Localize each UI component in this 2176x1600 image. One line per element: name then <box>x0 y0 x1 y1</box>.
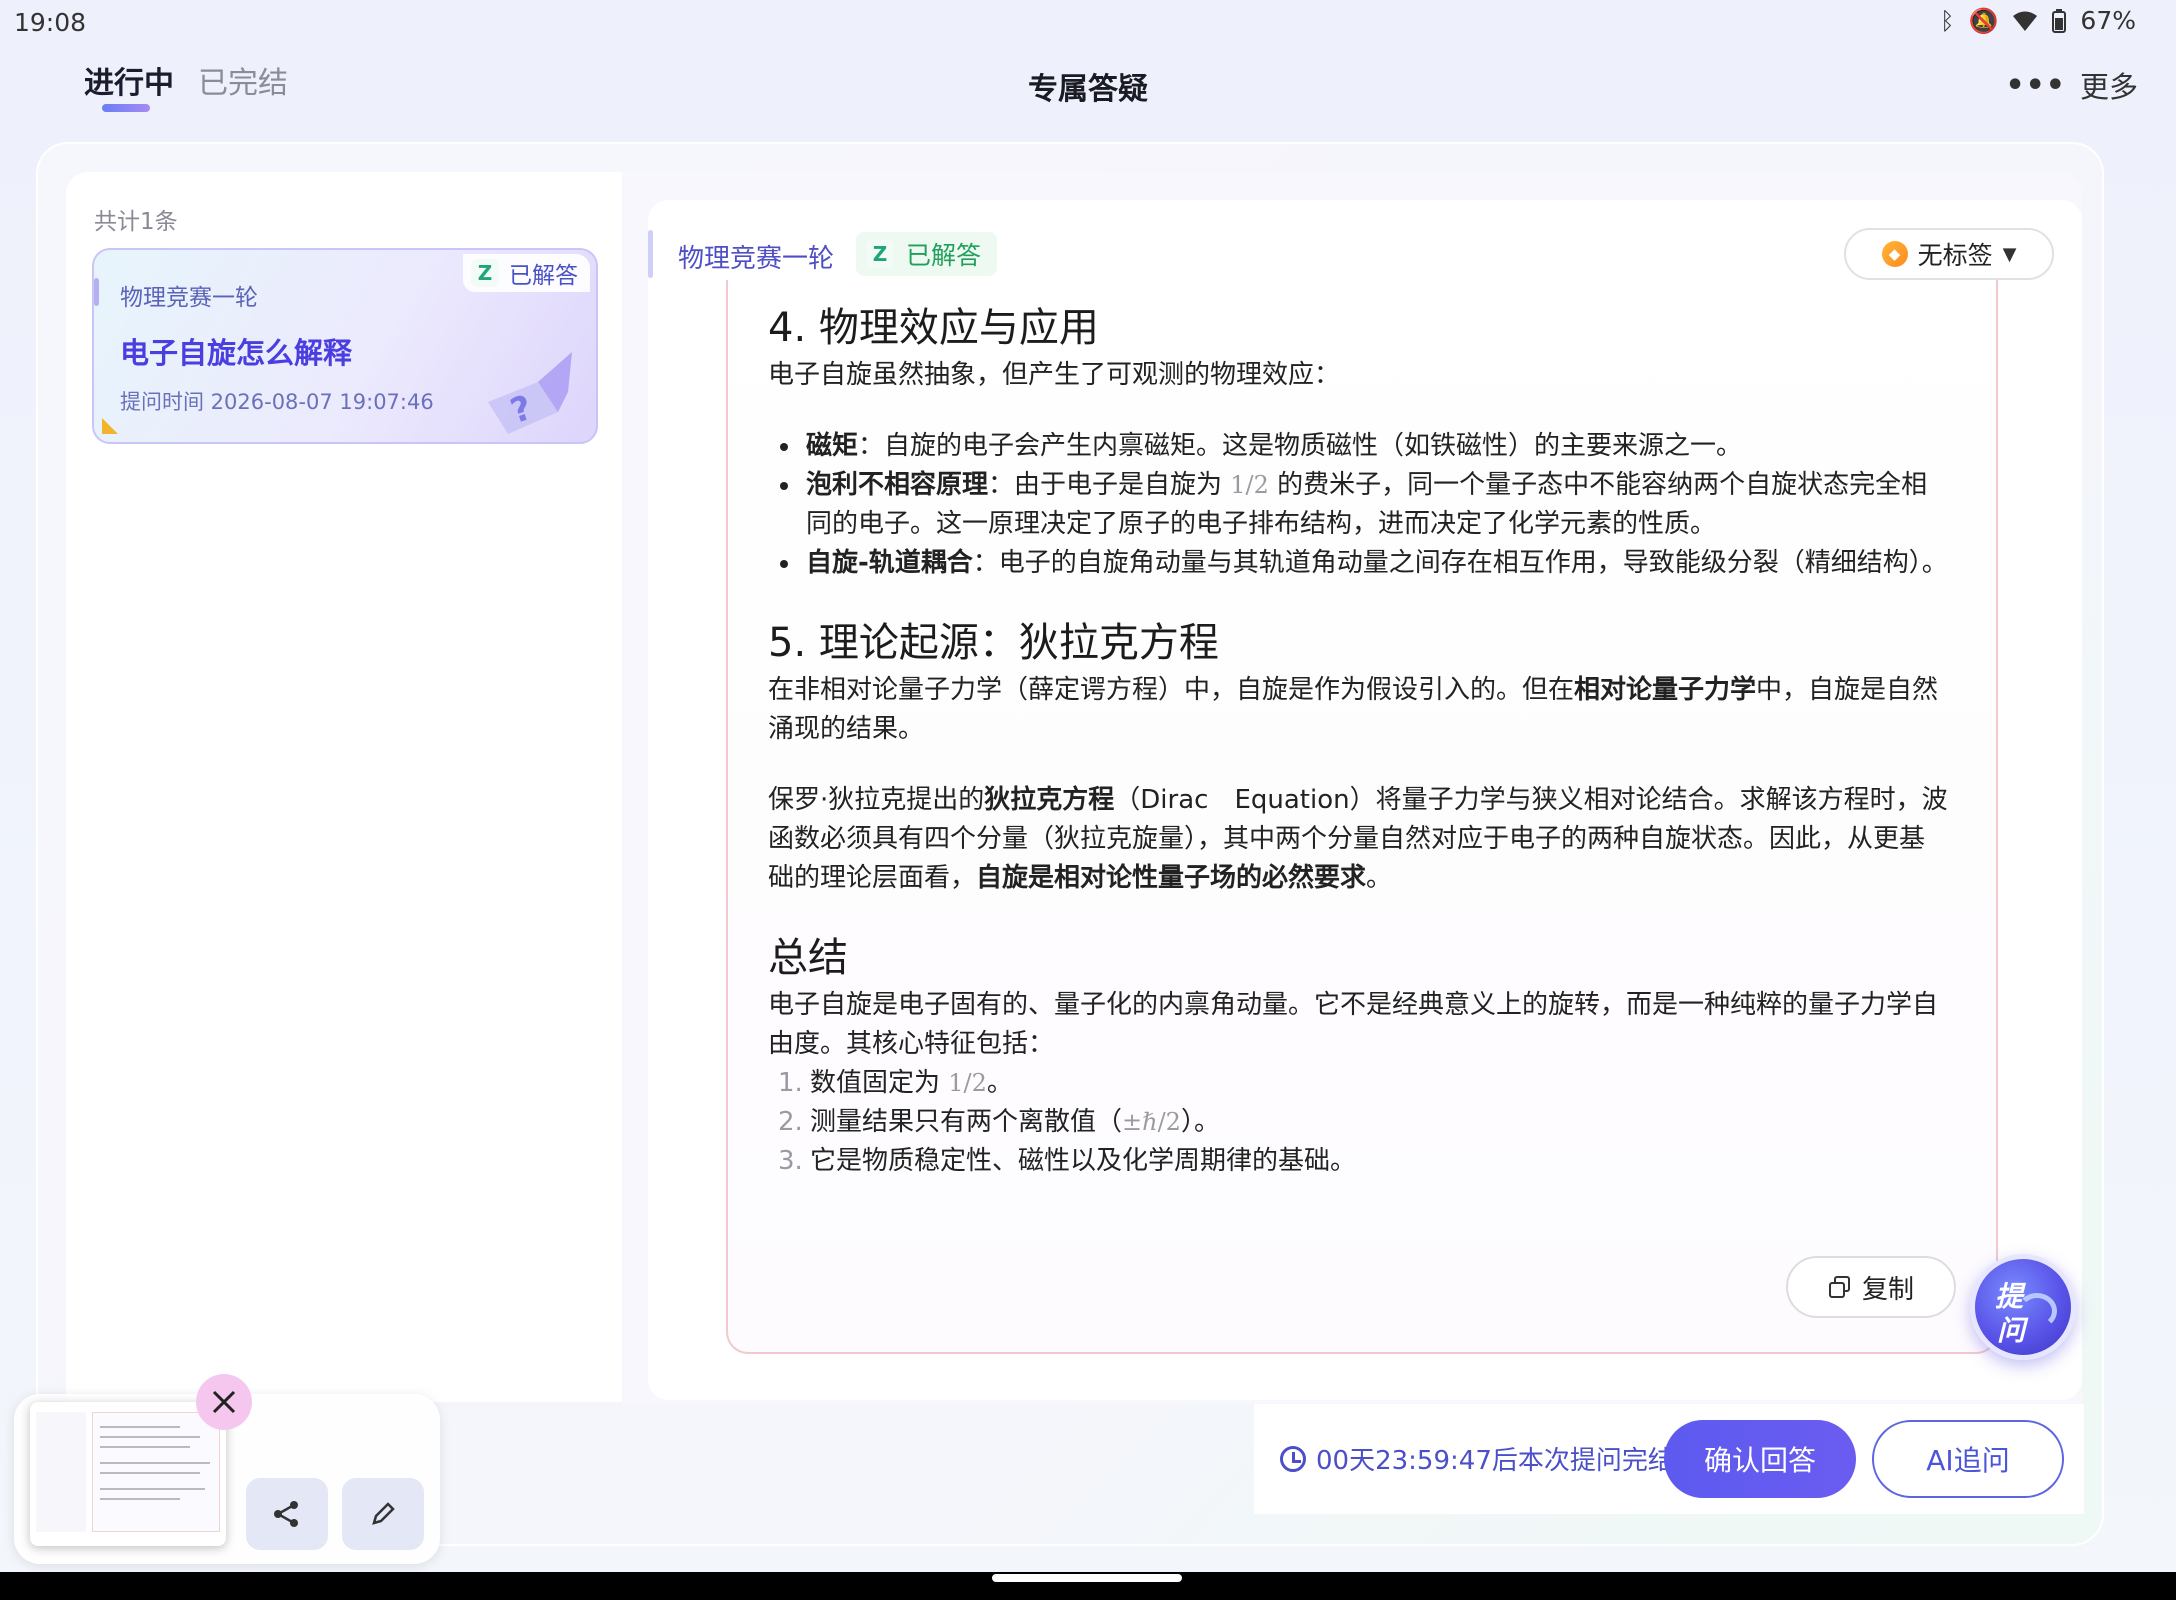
math-formula: 1/2 <box>1230 471 1269 499</box>
tag-label: 无标签 <box>1917 241 1993 270</box>
home-indicator[interactable] <box>992 1574 1182 1582</box>
detail-accent-bar <box>648 230 653 278</box>
screenshot-thumbnail[interactable] <box>30 1402 226 1546</box>
list-item: 泡利不相容原理：由于电子是自旋为 1/2 的费米子，同一个量子态中不能容纳两个自… <box>768 466 1948 544</box>
countdown-timer: 00天23:59:47后本次提问完结 <box>1280 1440 1674 1477</box>
paragraph: 在非相对论量子力学（薛定谔方程）中，自旋是作为假设引入的。但在相对论量子力学中，… <box>768 675 1939 744</box>
wifi-icon <box>2013 11 2038 31</box>
ai-followup-button[interactable]: AI追问 <box>1872 1420 2064 1498</box>
paragraph: 保罗·狄拉克提出的狄拉克方程（Dirac Equation）将量子力学与狭义相对… <box>768 785 1948 893</box>
pencil-icon <box>372 1502 395 1525</box>
chevron-down-icon: ▼ <box>2002 243 2017 265</box>
section-heading: 总结 <box>768 935 848 981</box>
edit-button[interactable] <box>342 1478 424 1550</box>
answered-z-icon: Z <box>866 240 894 268</box>
list-item: 3. 它是物质稳定性、磁性以及化学周期律的基础。 <box>778 1146 1357 1176</box>
paragraph: 电子自旋是电子固有的、量子化的内禀角动量。它不是经典意义上的旋转，而是一种纯粹的… <box>768 990 1939 1059</box>
more-button[interactable]: ••• 更多 <box>2005 64 2138 106</box>
question-count: 共计1条 <box>94 209 178 235</box>
app-header: 进行中 已完结 专属答疑 ••• 更多 <box>0 44 2176 144</box>
page-title: 专属答疑 <box>1028 72 1148 107</box>
close-icon <box>212 1390 236 1414</box>
list-item: 磁矩：自旋的电子会产生内禀磁矩。这是物质磁性（如铁磁性）的主要来源之一。 <box>768 427 1948 466</box>
detail-status-badge: Z 已解答 <box>856 232 998 276</box>
list-item: 1. 数值固定为 1/2。 <box>778 1068 1013 1098</box>
paragraph: 电子自旋虽然抽象，但产生了可观测的物理效应： <box>768 360 1341 390</box>
status-bar: 19:08 ᛒ 🔕 67% <box>0 0 2176 44</box>
effects-list: 磁矩：自旋的电子会产生内禀磁矩。这是物质磁性（如铁磁性）的主要来源之一。 泡利不… <box>768 427 1948 583</box>
status-time: 19:08 <box>14 8 87 37</box>
copy-label: 复制 <box>1861 1274 1914 1305</box>
countdown-text: 00天23:59:47后本次提问完结 <box>1316 1446 1674 1476</box>
mute-icon: 🔕 <box>1968 6 1999 35</box>
answer-text: 4. 物理效应与应用 电子自旋虽然抽象，但产生了可观测的物理效应： 磁矩：自旋的… <box>768 300 1948 1181</box>
battery-level: 67% <box>2080 6 2136 35</box>
detail-subject: 物理竞赛一轮 <box>678 244 835 274</box>
clock-icon <box>1280 1445 1306 1472</box>
more-dots-icon: ••• <box>2005 67 2066 103</box>
tag-dropdown[interactable]: ◆ 无标签 ▼ <box>1844 228 2054 280</box>
section-heading: 5. 理论起源：狄拉克方程 <box>768 620 1219 666</box>
ask-wave-icon <box>2017 1293 2057 1329</box>
summary-list: 1. 数值固定为 1/2。 2. 测量结果只有两个离散值（±ℏ/2）。 3. 它是物质… <box>768 1064 1948 1181</box>
share-icon <box>274 1501 298 1527</box>
ask-question-fab[interactable]: 提 问 <box>1970 1254 2076 1360</box>
bluetooth-icon: ᛒ <box>1940 6 1955 35</box>
copy-icon <box>1828 1276 1850 1298</box>
list-item: 自旋-轨道耦合：电子的自旋角动量与其轨道角动量之间存在相互作用，导致能级分裂（精… <box>768 544 1948 583</box>
status-icons: ᛒ 🔕 67% <box>1940 6 2136 35</box>
detail-status-label: 已解答 <box>906 241 982 270</box>
question-list-panel: 共计1条 物理竞赛一轮 Z 已解答 电子自旋怎么解释 提问时间 2026-08-… <box>66 172 622 1402</box>
answered-z-icon: Z <box>471 259 499 287</box>
card-status-label: 已解答 <box>509 263 578 289</box>
card-title: 电子自旋怎么解释 <box>120 336 353 370</box>
close-preview-button[interactable] <box>196 1374 252 1430</box>
card-subject: 物理竞赛一轮 <box>120 285 258 311</box>
tag-icon: ◆ <box>1881 241 1908 267</box>
battery-icon <box>2052 8 2067 33</box>
copy-button[interactable]: 复制 <box>1786 1256 1956 1318</box>
more-label: 更多 <box>2079 70 2138 104</box>
answer-content: 4. 物理效应与应用 电子自旋虽然抽象，但产生了可观测的物理效应： 磁矩：自旋的… <box>726 280 1998 1354</box>
share-button[interactable] <box>246 1478 328 1550</box>
question-card[interactable]: 物理竞赛一轮 Z 已解答 电子自旋怎么解释 提问时间 2026-08-07 19… <box>92 248 598 444</box>
section-heading: 4. 物理效应与应用 <box>768 305 1099 351</box>
list-item: 2. 测量结果只有两个离散值（±ℏ/2）。 <box>778 1107 1220 1137</box>
math-formula: 1/2 <box>948 1069 987 1097</box>
card-accent-bar <box>94 278 99 306</box>
math-formula: ±ℏ/2 <box>1122 1108 1181 1136</box>
card-status-badge: Z 已解答 <box>463 254 590 292</box>
card-ask-time: 提问时间 2026-08-07 19:07:46 <box>120 390 434 414</box>
question-mark-decoration-icon: ? <box>488 352 572 434</box>
card-corner-mark <box>102 418 118 434</box>
confirm-answer-button[interactable]: 确认回答 <box>1664 1420 1856 1498</box>
